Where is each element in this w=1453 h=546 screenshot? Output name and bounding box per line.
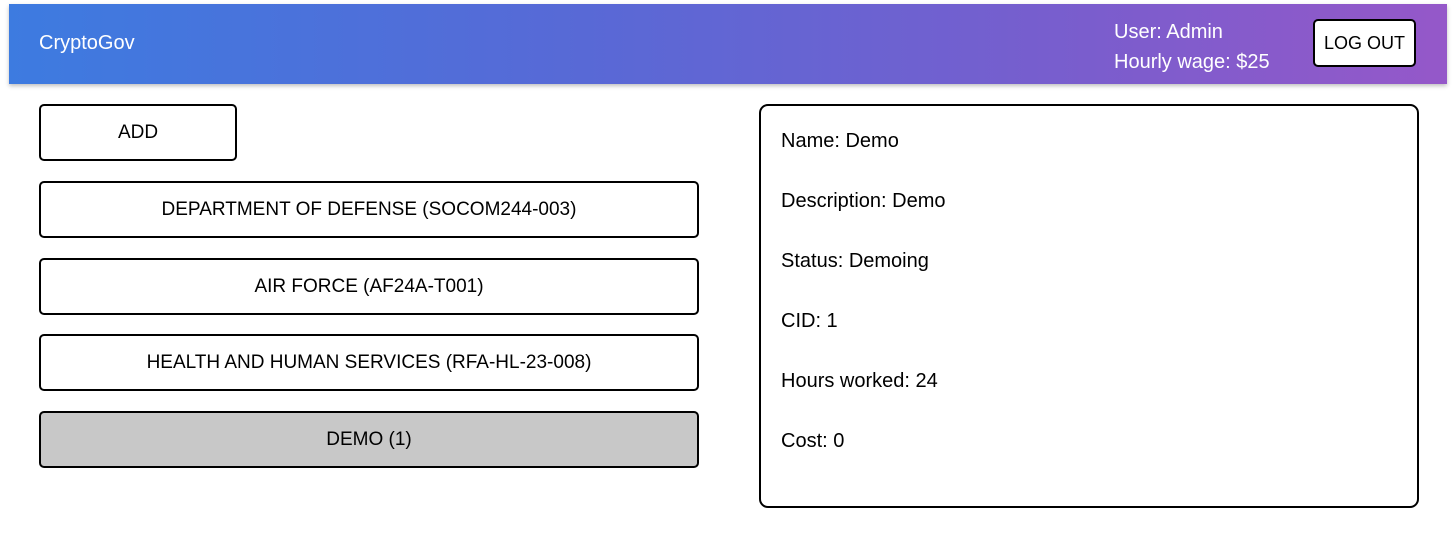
contract-item-dod[interactable]: DEPARTMENT OF DEFENSE (SOCOM244-003) [39, 181, 699, 238]
user-name: User: Admin [1114, 21, 1223, 43]
logout-button[interactable]: LOG OUT [1313, 19, 1416, 67]
hourly-wage: Hourly wage: $25 [1114, 51, 1270, 73]
detail-cid: CID: 1 [781, 310, 838, 332]
detail-status: Status: Demoing [781, 250, 929, 272]
contract-item-demo[interactable]: DEMO (1) [39, 411, 699, 468]
contract-item-hhs[interactable]: HEALTH AND HUMAN SERVICES (RFA-HL-23-008… [39, 334, 699, 391]
detail-description: Description: Demo [781, 190, 946, 212]
detail-cost: Cost: 0 [781, 430, 845, 452]
detail-name: Name: Demo [781, 130, 899, 152]
user-info: User: Admin Hourly wage: $25 [1114, 17, 1270, 77]
contract-detail-card: Name: Demo Description: Demo Status: Dem… [759, 104, 1419, 508]
add-button[interactable]: ADD [39, 104, 237, 161]
app-brand[interactable]: CryptoGov [39, 32, 135, 55]
detail-hours-worked: Hours worked: 24 [781, 370, 938, 392]
app-header: CryptoGov User: Admin Hourly wage: $25 L… [9, 4, 1447, 84]
contract-item-air-force[interactable]: AIR FORCE (AF24A-T001) [39, 258, 699, 315]
